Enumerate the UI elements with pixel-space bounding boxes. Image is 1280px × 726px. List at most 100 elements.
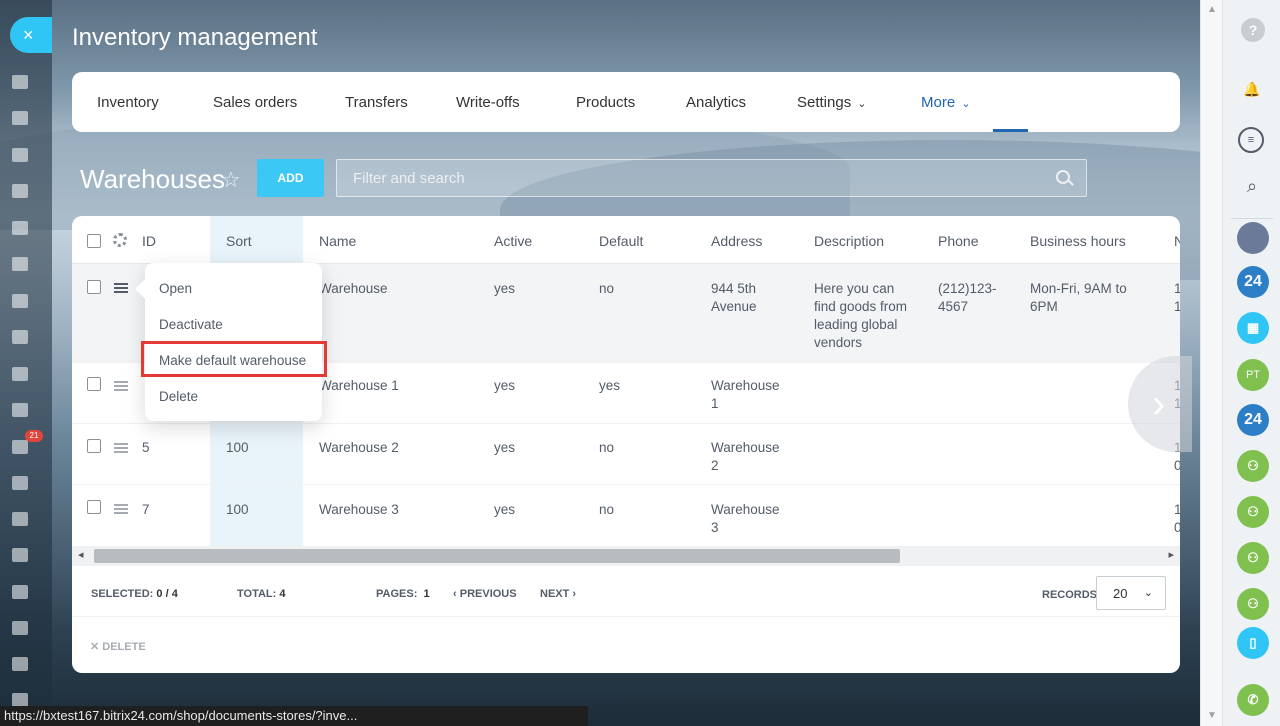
scroll-right-icon[interactable]: ▸	[1168, 548, 1174, 561]
scroll-down-icon[interactable]: ▼	[1207, 710, 1217, 721]
avatar-24[interactable]: 24	[1237, 266, 1269, 298]
row-menu-icon[interactable]	[114, 504, 128, 514]
cell-default: yes	[599, 378, 621, 393]
delete-button[interactable]: ✕ DELETE	[90, 640, 146, 653]
row-checkbox[interactable]	[87, 439, 101, 453]
warehouses-title: Warehouses	[80, 164, 225, 194]
users-icon[interactable]	[12, 330, 28, 344]
row-checkbox[interactable]	[87, 280, 101, 294]
chat-icon[interactable]	[12, 148, 28, 162]
select-all-checkbox[interactable]	[87, 234, 101, 248]
cell-name: Warehouse	[319, 281, 388, 296]
filter-icon[interactable]	[12, 440, 28, 454]
more-icon[interactable]	[12, 693, 28, 707]
menu-item-open[interactable]: Open	[159, 281, 192, 296]
cell-description: Here you can find goods from leading glo…	[814, 281, 908, 350]
settings-sliders-icon[interactable]	[12, 657, 28, 671]
menu-icon-1[interactable]	[12, 75, 28, 89]
tab-settings[interactable]: Settings ⌄	[797, 94, 866, 111]
document-icon[interactable]	[12, 221, 28, 235]
column-header-business-hours[interactable]: Business hours	[1030, 233, 1126, 249]
total-count: TOTAL: 4	[237, 588, 286, 600]
cell-active: yes	[494, 440, 516, 455]
previous-page-button[interactable]: ‹ PREVIOUS	[453, 588, 517, 600]
cell-default: no	[599, 502, 615, 517]
tab-more[interactable]: More ⌄	[921, 94, 970, 111]
gear-icon[interactable]	[113, 233, 127, 247]
tab-inventory[interactable]: Inventory	[97, 94, 159, 111]
row-menu-icon[interactable]	[114, 443, 128, 453]
mail-icon[interactable]	[12, 367, 28, 381]
cell-id: 7	[142, 502, 150, 517]
mobile-icon[interactable]: ▯	[1237, 627, 1269, 659]
column-header-sort[interactable]: Sort	[226, 233, 252, 249]
scroll-left-icon[interactable]: ◂	[78, 548, 84, 561]
tab-analytics[interactable]: Analytics	[686, 94, 746, 111]
bell-icon[interactable]: 🔔	[1238, 75, 1266, 103]
right-toolbar: ? 🔔 ≡ ⌕ 24 ▦ PT 24 ⚇ ⚇ ⚇ ⚇ ▯ ✆	[1222, 0, 1280, 726]
previous-label: PREVIOUS	[459, 588, 517, 600]
cell-name: Warehouse 2	[319, 440, 399, 455]
help-icon[interactable]: ?	[1241, 18, 1265, 42]
cart-icon[interactable]	[12, 512, 28, 526]
column-header-name[interactable]: Name	[319, 233, 356, 249]
scroll-up-icon[interactable]: ▲	[1207, 4, 1217, 15]
add-button[interactable]: ADD	[257, 159, 324, 197]
horizontal-scrollbar[interactable]: ◂ ▸	[72, 546, 1180, 566]
phone-icon[interactable]: ✆	[1237, 684, 1269, 716]
cell-active: yes	[494, 502, 516, 517]
column-header-address[interactable]: Address	[711, 233, 762, 249]
chevron-down-icon: ⌄	[961, 98, 971, 110]
menu-item-deactivate[interactable]: Deactivate	[159, 317, 223, 332]
row-checkbox[interactable]	[87, 500, 101, 514]
group-chat-icon[interactable]: ⚇	[1237, 496, 1269, 528]
search-field[interactable]	[336, 159, 1087, 197]
column-header-default[interactable]: Default	[599, 233, 643, 249]
column-header-phone[interactable]: Phone	[938, 233, 978, 249]
tab-products[interactable]: Products	[576, 94, 635, 111]
menu-icon-2[interactable]	[12, 111, 28, 125]
chat-bubble-icon[interactable]: ≡	[1238, 127, 1264, 153]
column-header-extra[interactable]: N	[1174, 233, 1180, 249]
calendar-icon[interactable]: ▦	[1237, 312, 1269, 344]
menu-item-delete[interactable]: Delete	[159, 389, 198, 404]
tasks-icon[interactable]	[12, 403, 28, 417]
inbox-icon[interactable]	[12, 294, 28, 308]
next-page-button[interactable]: NEXT ›	[540, 588, 576, 600]
row-menu-icon[interactable]	[114, 381, 128, 391]
search-input[interactable]	[337, 160, 1037, 196]
scrollbar-thumb[interactable]	[94, 549, 900, 563]
top-navigation: Inventory Sales orders Transfers Write-o…	[72, 72, 1180, 132]
apps-icon[interactable]	[12, 621, 28, 635]
column-header-id[interactable]: ID	[142, 233, 156, 249]
vertical-scrollbar[interactable]: ▲ ▼	[1200, 0, 1222, 726]
cell-extra: 1 1	[1174, 281, 1180, 314]
column-header-description[interactable]: Description	[814, 233, 884, 249]
pages-value: 1	[423, 588, 430, 600]
cell-address: Warehouse 2	[711, 440, 780, 473]
tab-write-offs[interactable]: Write-offs	[456, 94, 520, 111]
group-chat-icon[interactable]: ⚇	[1237, 450, 1269, 482]
avatar-24[interactable]: 24	[1237, 404, 1269, 436]
box-icon[interactable]	[12, 585, 28, 599]
group-chat-icon[interactable]: ⚇	[1237, 588, 1269, 620]
close-slider-button[interactable]: ×	[10, 17, 52, 53]
group-chat-icon[interactable]: ⚇	[1237, 542, 1269, 574]
cell-active: yes	[494, 281, 516, 296]
search-icon[interactable]	[1056, 170, 1070, 184]
column-header-active[interactable]: Active	[494, 233, 532, 249]
tab-sales-orders[interactable]: Sales orders	[213, 94, 297, 111]
tab-transfers[interactable]: Transfers	[345, 94, 408, 111]
avatar-pt[interactable]: PT	[1237, 359, 1269, 391]
row-checkbox[interactable]	[87, 377, 101, 391]
row-menu-icon[interactable]	[114, 283, 128, 293]
avatar[interactable]	[1237, 222, 1269, 254]
records-per-page-select[interactable]: 20 ⌄	[1096, 576, 1166, 610]
star-icon[interactable]: ☆	[221, 167, 241, 193]
calendar-icon[interactable]	[12, 184, 28, 198]
contact-card-icon[interactable]	[12, 548, 28, 562]
target-icon[interactable]	[12, 476, 28, 490]
robot-icon[interactable]	[12, 257, 28, 271]
search-icon[interactable]: ⌕	[1238, 172, 1266, 200]
cell-address: Warehouse 3	[711, 502, 780, 535]
